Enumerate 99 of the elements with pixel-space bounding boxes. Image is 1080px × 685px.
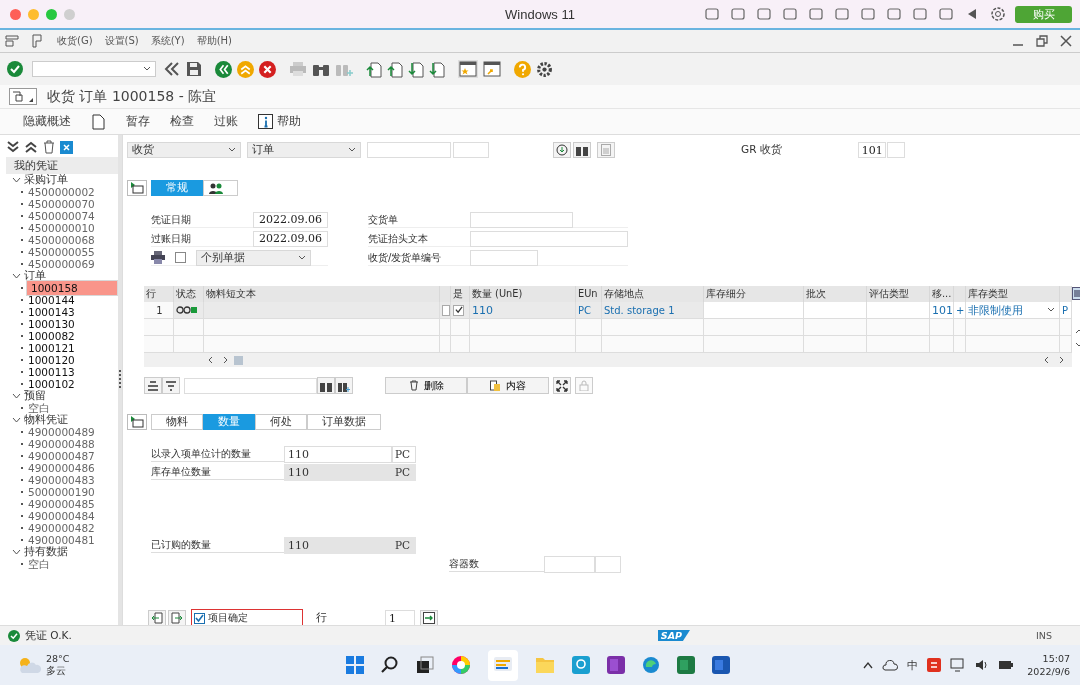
column-header[interactable]: 数量 (UnE) <box>470 286 576 302</box>
unit-field: PC <box>392 536 416 554</box>
tree-item[interactable]: 1000121 <box>26 342 118 354</box>
reference-dropdown[interactable]: 订单 <box>247 142 361 158</box>
toolbar-button[interactable]: 过账 <box>205 112 247 131</box>
gr-label: GR 收货 <box>741 143 782 157</box>
content-button[interactable]: 内容 <box>467 377 549 394</box>
column-header[interactable]: 物料短文本 <box>204 286 440 302</box>
date-field[interactable]: 2022.09.06 <box>253 230 328 247</box>
field-label: 凭证抬头文本 <box>368 231 429 246</box>
tree-item[interactable]: 4900000487 <box>26 450 118 462</box>
tab[interactable]: 物料 <box>151 414 203 430</box>
tree-item[interactable]: 4900000484 <box>26 510 118 522</box>
tree-item[interactable]: 1000113 <box>26 366 118 378</box>
toolbar-button[interactable]: 暂存 <box>117 112 159 131</box>
logo: SAP <box>657 630 690 641</box>
action-dropdown[interactable]: 收货 <box>127 142 241 158</box>
tree-item[interactable]: 1000082 <box>26 330 118 342</box>
date-field[interactable]: 2022.09.06 <box>253 211 328 228</box>
tree-group[interactable]: 订单 <box>24 269 46 283</box>
quantity-field: 110 <box>284 536 392 554</box>
unit-field[interactable]: PC <box>392 463 416 481</box>
field-label: 行 <box>316 611 328 625</box>
tree-item[interactable]: 4500000068 <box>26 234 118 246</box>
tree-group[interactable]: 采购订单 <box>24 173 68 187</box>
unit-field[interactable]: PC <box>392 445 416 463</box>
tree-group[interactable]: 物料凭证 <box>24 413 68 427</box>
tree-item[interactable]: 4500000069 <box>26 258 118 270</box>
line-field[interactable]: 1 <box>385 610 415 626</box>
tree-item[interactable]: 4900000482 <box>26 522 118 534</box>
column-header[interactable]: 状态 <box>174 286 204 302</box>
window-title: Windows 11 <box>504 6 576 22</box>
table-cell: 101 <box>930 302 954 319</box>
delete-button[interactable]: 删除 <box>385 377 467 394</box>
table-cell: + <box>954 302 966 319</box>
tree-item[interactable]: 4900000488 <box>26 438 118 450</box>
tree-group[interactable]: 持有数据 <box>24 545 68 559</box>
tree-item[interactable]: 5000000190 <box>26 486 118 498</box>
column-header[interactable]: 库存类型 <box>966 286 1060 302</box>
tree-item[interactable]: 4900000489 <box>26 426 118 438</box>
tree-item[interactable]: 4500000055 <box>26 246 118 258</box>
tree-item[interactable]: 4900000481 <box>26 534 118 546</box>
table-cell: Std. storage 1 <box>602 302 704 319</box>
tree-item[interactable]: 1000120 <box>26 354 118 366</box>
field-label: 凭证日期 <box>151 212 192 227</box>
quantity-field[interactable]: 110 <box>284 463 392 481</box>
column-header[interactable]: 行 <box>144 286 174 302</box>
column-header[interactable]: 批次 <box>804 286 867 302</box>
checkbox-label: 项目确定 <box>208 611 248 625</box>
toolbar-button[interactable]: 检查 <box>161 112 203 131</box>
tree-item[interactable]: 4500000074 <box>26 210 118 222</box>
menu-item[interactable]: 帮助(H) <box>196 34 232 48</box>
field-label: 收货/发货单编号 <box>368 250 443 265</box>
field-label: 交货单 <box>368 212 399 227</box>
tree-item[interactable]: 1000102 <box>26 378 118 390</box>
toolbar-button[interactable]: 隐藏概述 <box>14 112 80 131</box>
tree-item[interactable]: 4500000002 <box>26 186 118 198</box>
column-header[interactable]: EUn <box>576 286 602 302</box>
tree-item[interactable]: 1000130 <box>26 318 118 330</box>
movement-type-field[interactable]: 101 <box>857 142 886 158</box>
help-button[interactable]: 帮助 <box>249 112 310 131</box>
tree-item[interactable]: 1000144 <box>26 294 118 306</box>
menu-item[interactable]: 收货(G) <box>57 34 93 48</box>
column-header[interactable]: 存储地点 <box>602 286 704 302</box>
weather-label: 多云 <box>46 665 67 677</box>
menu-item[interactable]: 系统(Y) <box>150 34 185 48</box>
column-header[interactable]: 评估类型 <box>867 286 930 302</box>
table-cell: 1 <box>144 302 174 319</box>
status-message: 凭证 O.K. <box>25 628 72 643</box>
clock-time[interactable]: 15:07 <box>1042 652 1070 665</box>
column-header[interactable]: 移... <box>930 286 954 302</box>
tab[interactable]: 何处 <box>255 414 307 430</box>
tree-item[interactable]: 4500000010 <box>26 222 118 234</box>
table-cell: 110 <box>470 302 576 319</box>
table-cell: P <box>1060 302 1072 319</box>
column-header[interactable]: 库存细分 <box>704 286 804 302</box>
tree-item[interactable]: 4900000483 <box>26 474 118 486</box>
tree-item[interactable]: 1000143 <box>26 306 118 318</box>
menu-item[interactable]: 设置(S) <box>104 34 139 48</box>
tree-item[interactable]: 4500000070 <box>26 198 118 210</box>
tree-group[interactable]: 预留 <box>24 389 46 403</box>
table-cell: PC <box>576 302 602 319</box>
field-label: 过账日期 <box>151 231 192 246</box>
quantity-field[interactable]: 110 <box>284 445 392 463</box>
column-header[interactable]: 是 <box>451 286 470 302</box>
input-mode: INS <box>1036 630 1052 641</box>
tree-item[interactable]: 空白 <box>26 402 118 414</box>
tree-header: 我的凭证 <box>6 157 118 174</box>
tree-item[interactable]: 4900000486 <box>26 462 118 474</box>
tree-item[interactable]: 1000158 <box>26 280 118 296</box>
stock-type-dropdown[interactable]: 非限制使用 <box>968 302 1023 318</box>
clock-date[interactable]: 2022/9/6 <box>1027 665 1070 678</box>
tree-item[interactable]: 空白 <box>26 558 118 570</box>
tab[interactable]: 订单数据 <box>307 414 381 430</box>
print-mode-dropdown[interactable]: 个别单据 <box>196 249 311 266</box>
tree-item[interactable]: 4900000485 <box>26 498 118 510</box>
input-method-indicator[interactable]: 中 <box>907 657 919 673</box>
temperature: 28°C <box>46 653 70 665</box>
screen-title: 收货 订单 1000158 - 陈宜 <box>47 87 217 106</box>
